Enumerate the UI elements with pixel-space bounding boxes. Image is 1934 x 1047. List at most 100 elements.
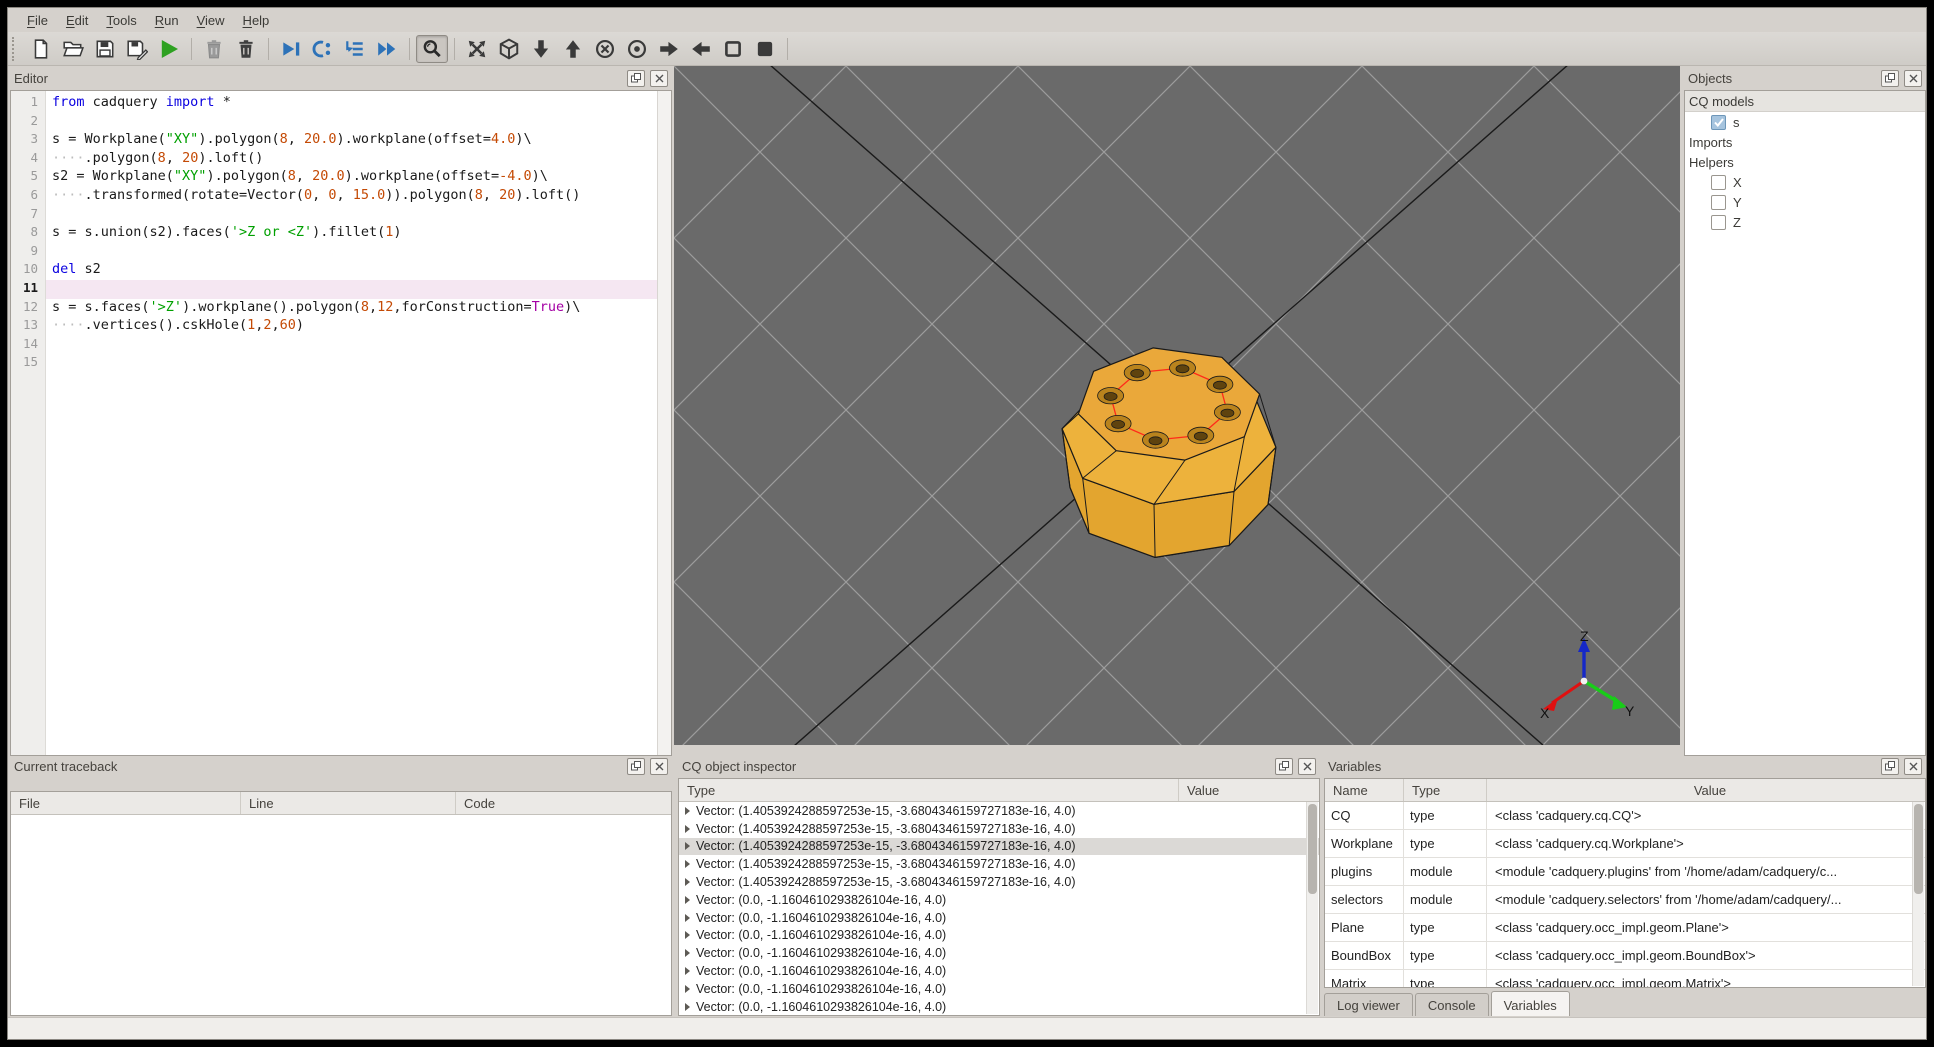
tree-group-imports[interactable]: Imports: [1685, 132, 1925, 152]
3d-model[interactable]: [1061, 347, 1277, 558]
variables-col-value[interactable]: Value: [1487, 779, 1925, 801]
tab-variables[interactable]: Variables: [1490, 991, 1570, 1016]
variables-scrollbar[interactable]: [1912, 802, 1924, 986]
fit-view-button[interactable]: [461, 35, 493, 63]
run-button[interactable]: [153, 35, 185, 63]
visibility-checkbox[interactable]: [1711, 114, 1726, 130]
float-panel-button[interactable]: [1275, 757, 1293, 775]
tree-group-helpers[interactable]: Helpers: [1685, 152, 1925, 172]
expand-arrow-icon[interactable]: [685, 1002, 690, 1011]
menu-help[interactable]: Help: [234, 10, 279, 31]
expand-arrow-icon[interactable]: [685, 824, 690, 833]
tree-group-cq-models[interactable]: CQ models: [1685, 91, 1925, 112]
traceback-col-code[interactable]: Code: [456, 792, 671, 814]
variables-col-type[interactable]: Type: [1404, 779, 1487, 801]
menu-file[interactable]: File: [18, 10, 57, 31]
tree-item-z[interactable]: Z: [1685, 212, 1925, 232]
variables-col-name[interactable]: Name: [1325, 779, 1404, 801]
visibility-checkbox[interactable]: [1711, 214, 1726, 230]
debug-button[interactable]: [275, 35, 307, 63]
visibility-checkbox[interactable]: [1711, 174, 1726, 190]
iso-view-button[interactable]: [493, 35, 525, 63]
close-panel-button[interactable]: [1904, 757, 1922, 775]
front-view-button[interactable]: [589, 35, 621, 63]
visibility-checkbox[interactable]: [1711, 194, 1726, 210]
close-panel-button[interactable]: [1904, 69, 1922, 87]
code-line-11[interactable]: [46, 279, 657, 299]
tree-item-y[interactable]: Y: [1685, 192, 1925, 212]
left-view-button[interactable]: [685, 35, 717, 63]
code-line-12[interactable]: s = s.faces('>Z').workplane().polygon(8,…: [46, 299, 657, 318]
inspector-col-value[interactable]: Value: [1179, 779, 1319, 801]
code-line-15[interactable]: [46, 354, 657, 373]
preserve-view-toggle[interactable]: [416, 34, 448, 63]
menu-run[interactable]: Run: [146, 10, 188, 31]
save-button[interactable]: [89, 35, 121, 63]
continue-button[interactable]: [371, 35, 403, 63]
close-panel-button[interactable]: [1298, 757, 1316, 775]
code-line-6[interactable]: ····.transformed(rotate=Vector(0, 0, 15.…: [46, 187, 657, 206]
expand-arrow-icon[interactable]: [685, 931, 690, 940]
inspector-row[interactable]: Vector: (0.0, -1.1604610293826104e-16, 4…: [679, 891, 1319, 909]
inspector-row[interactable]: Vector: (0.0, -1.1604610293826104e-16, 4…: [679, 980, 1319, 998]
open-file-button[interactable]: [57, 35, 89, 63]
tab-console[interactable]: Console: [1414, 993, 1489, 1016]
code-line-13[interactable]: ····.vertices().cskHole(1,2,60): [46, 317, 657, 336]
code-line-9[interactable]: [46, 243, 657, 262]
code-line-4[interactable]: ····.polygon(8, 20).loft(): [46, 150, 657, 169]
code-area[interactable]: from cadquery import * s = Workplane("XY…: [46, 91, 657, 755]
code-line-2[interactable]: [46, 113, 657, 132]
tab-log-viewer[interactable]: Log viewer: [1324, 993, 1413, 1016]
tree-item-s[interactable]: s: [1685, 112, 1925, 132]
save-as-button[interactable]: [121, 35, 153, 63]
menu-tools[interactable]: Tools: [97, 10, 145, 31]
code-line-10[interactable]: del s2: [46, 261, 657, 280]
expand-arrow-icon[interactable]: [685, 984, 690, 993]
float-panel-button[interactable]: [1881, 757, 1899, 775]
inspector-row[interactable]: Vector: (1.4053924288597253e-15, -3.6804…: [679, 820, 1319, 838]
delete-button[interactable]: [230, 35, 262, 63]
traceback-col-file[interactable]: File: [11, 792, 241, 814]
code-line-1[interactable]: from cadquery import *: [46, 94, 657, 113]
variable-row[interactable]: Plane type <class 'cadquery.occ_impl.geom.…: [1325, 914, 1925, 942]
expand-arrow-icon[interactable]: [685, 860, 690, 869]
inspector-row[interactable]: Vector: (1.4053924288597253e-15, -3.6804…: [679, 837, 1319, 856]
variable-row[interactable]: Workplane type <class 'cadquery.cq.Workpla…: [1325, 830, 1925, 858]
3d-viewport[interactable]: X Y Z: [674, 66, 1680, 745]
inspector-scrollbar[interactable]: [1306, 802, 1318, 1014]
wireframe-button[interactable]: [717, 35, 749, 63]
shaded-button[interactable]: [749, 35, 781, 63]
top-view-button[interactable]: [557, 35, 589, 63]
tree-item-x[interactable]: X: [1685, 172, 1925, 192]
toolbar-drag-handle[interactable]: [12, 36, 19, 61]
close-panel-button[interactable]: [650, 69, 668, 87]
step-button[interactable]: [307, 35, 339, 63]
back-view-button[interactable]: [621, 35, 653, 63]
inspector-row[interactable]: Vector: (0.0, -1.1604610293826104e-16, 4…: [679, 944, 1319, 962]
expand-arrow-icon[interactable]: [685, 842, 690, 851]
float-panel-button[interactable]: [627, 757, 645, 775]
traceback-col-line[interactable]: Line: [241, 792, 456, 814]
code-editor[interactable]: 1 2 3 4 5 6 7 8 9 10 11 12 13 14 15 from cadquery impo…: [10, 90, 672, 756]
inspector-row[interactable]: Vector: (0.0, -1.1604610293826104e-16, 4…: [679, 998, 1319, 1015]
menu-edit[interactable]: Edit: [57, 10, 97, 31]
float-panel-button[interactable]: [627, 69, 645, 87]
bottom-view-button[interactable]: [525, 35, 557, 63]
step-into-button[interactable]: [339, 35, 371, 63]
menu-view[interactable]: View: [188, 10, 234, 31]
expand-arrow-icon[interactable]: [685, 806, 690, 815]
inspector-row[interactable]: Vector: (1.4053924288597253e-15, -3.6804…: [679, 873, 1319, 891]
code-line-8[interactable]: s = s.union(s2).faces('>Z or <Z').fillet…: [46, 224, 657, 243]
close-panel-button[interactable]: [650, 757, 668, 775]
inspector-row[interactable]: Vector: (0.0, -1.1604610293826104e-16, 4…: [679, 909, 1319, 927]
expand-arrow-icon[interactable]: [685, 913, 690, 922]
code-line-3[interactable]: s = Workplane("XY").polygon(8, 20.0).wor…: [46, 131, 657, 150]
code-line-7[interactable]: [46, 206, 657, 225]
new-file-button[interactable]: [25, 35, 57, 63]
inspector-row[interactable]: Vector: (1.4053924288597253e-15, -3.6804…: [679, 802, 1319, 820]
inspector-row[interactable]: Vector: (0.0, -1.1604610293826104e-16, 4…: [679, 962, 1319, 980]
variable-row[interactable]: CQ type <class 'cadquery.cq.CQ'>: [1325, 802, 1925, 830]
right-view-button[interactable]: [653, 35, 685, 63]
code-line-14[interactable]: [46, 336, 657, 355]
variable-row[interactable]: Matrix type <class 'cadquery.occ_impl.geom…: [1325, 970, 1925, 987]
